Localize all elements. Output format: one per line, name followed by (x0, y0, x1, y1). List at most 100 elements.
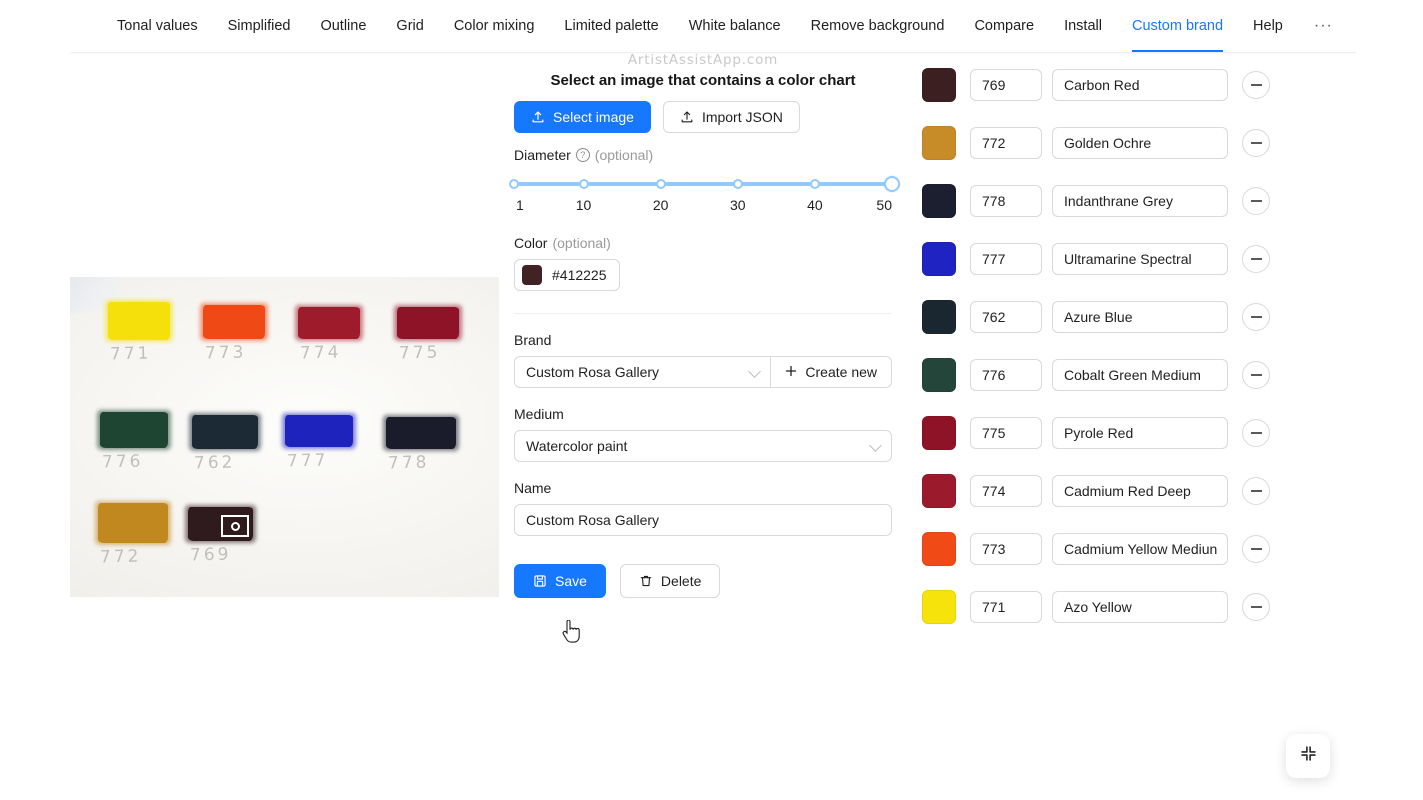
delete-button[interactable]: Delete (619, 564, 721, 598)
color-name-input[interactable]: Azo Yellow (1052, 591, 1228, 623)
color-name-input[interactable]: Carbon Red (1052, 69, 1228, 101)
diameter-slider[interactable]: 1 10 20 30 40 50 (509, 171, 900, 217)
color-row: 774 Cadmium Red Deep (922, 472, 1270, 510)
color-name-value: Pyrole Red (1064, 425, 1134, 441)
diameter-optional-text: (optional) (594, 147, 654, 163)
color-chart-photo[interactable]: 771 773 774 775 776 762 777 778 772 769 (70, 277, 499, 597)
color-swatch[interactable] (922, 68, 956, 102)
slider-mark-1[interactable]: 1 (516, 197, 524, 213)
slider-track[interactable] (518, 182, 888, 186)
brand-select[interactable]: Custom Rosa Gallery (514, 356, 772, 388)
color-name-input[interactable]: Golden Ochre (1052, 127, 1228, 159)
color-swatch[interactable] (922, 184, 956, 218)
nav-item-white-balance[interactable]: White balance (674, 0, 796, 52)
color-row: 776 Cobalt Green Medium (922, 356, 1270, 394)
form-heading: Select an image that contains a color ch… (550, 72, 856, 89)
minus-icon (1250, 316, 1262, 318)
color-swatch[interactable] (922, 532, 956, 566)
nav-item-help[interactable]: Help (1238, 0, 1298, 52)
color-swatch[interactable] (922, 126, 956, 160)
color-swatch[interactable] (922, 358, 956, 392)
nav-item-limited-palette[interactable]: Limited palette (549, 0, 673, 52)
color-swatch[interactable] (922, 590, 956, 624)
photo-swatch-number-778: 778 (387, 452, 430, 474)
remove-color-button[interactable] (1242, 535, 1270, 563)
color-code-input[interactable]: 773 (970, 533, 1042, 565)
color-swatch[interactable] (922, 474, 956, 508)
remove-color-button[interactable] (1242, 71, 1270, 99)
app-root: Tonal values Simplified Outline Grid Color m… (0, 0, 1423, 800)
nav-item-tonal-values[interactable]: Tonal values (102, 0, 213, 52)
color-name-value: Indanthrane Grey (1064, 193, 1173, 209)
remove-color-button[interactable] (1242, 419, 1270, 447)
color-name-input[interactable]: Pyrole Red (1052, 417, 1228, 449)
color-code-value: 773 (982, 541, 1006, 557)
slider-mark-30[interactable]: 30 (730, 197, 746, 213)
name-input[interactable]: Custom Rosa Gallery (514, 504, 892, 536)
color-code-input[interactable]: 776 (970, 359, 1042, 391)
color-row: 772 Golden Ochre (922, 124, 1270, 162)
select-image-button[interactable]: Select image (514, 101, 651, 133)
photo-swatch-number-771: 771 (109, 343, 152, 365)
medium-select[interactable]: Watercolor paint (514, 430, 892, 462)
remove-color-button[interactable] (1242, 477, 1270, 505)
remove-color-button[interactable] (1242, 361, 1270, 389)
remove-color-button[interactable] (1242, 129, 1270, 157)
remove-color-button[interactable] (1242, 187, 1270, 215)
slider-handle[interactable] (884, 176, 900, 192)
color-value-field[interactable]: #412225 (514, 259, 620, 291)
slider-dot-40 (809, 179, 820, 189)
color-name-input[interactable]: Cobalt Green Medium (1052, 359, 1228, 391)
color-code-input[interactable]: 762 (970, 301, 1042, 333)
color-name-input[interactable]: Azure Blue (1052, 301, 1228, 333)
color-name-input[interactable]: Indanthrane Grey (1052, 185, 1228, 217)
nav-item-install[interactable]: Install (1049, 0, 1117, 52)
nav-item-grid[interactable]: Grid (381, 0, 438, 52)
help-circle-icon[interactable]: ? (575, 148, 590, 162)
color-row: 771 Azo Yellow (922, 588, 1270, 626)
nav-item-custom-brand[interactable]: Custom brand (1117, 0, 1238, 52)
slider-mark-50[interactable]: 50 (876, 197, 892, 213)
color-code-input[interactable]: 775 (970, 417, 1042, 449)
color-name-input[interactable]: Ultramarine Spectral (1052, 243, 1228, 275)
nav-item-remove-background[interactable]: Remove background (796, 0, 960, 52)
import-json-button[interactable]: Import JSON (662, 101, 800, 133)
color-code-input[interactable]: 771 (970, 591, 1042, 623)
slider-dot-30 (732, 179, 743, 189)
color-code-input[interactable]: 778 (970, 185, 1042, 217)
remove-color-button[interactable] (1242, 303, 1270, 331)
name-field-group: Name Custom Rosa Gallery (514, 480, 892, 536)
minus-icon (1250, 432, 1262, 434)
color-name-input[interactable]: Cadmium Red Deep (1052, 475, 1228, 507)
save-button[interactable]: Save (514, 564, 606, 598)
remove-color-button[interactable] (1242, 593, 1270, 621)
nav-item-outline[interactable]: Outline (305, 0, 381, 52)
nav-item-simplified[interactable]: Simplified (213, 0, 306, 52)
medium-label: Medium (514, 406, 564, 422)
nav-item-color-mixing[interactable]: Color mixing (439, 0, 550, 52)
color-swatch[interactable] (922, 416, 956, 450)
color-swatch[interactable] (922, 300, 956, 334)
color-name-input[interactable]: Cadmium Yellow Mediun (1052, 533, 1228, 565)
color-code-input[interactable]: 777 (970, 243, 1042, 275)
slider-mark-10[interactable]: 10 (576, 197, 592, 213)
delete-label: Delete (660, 573, 702, 589)
color-code-input[interactable]: 772 (970, 127, 1042, 159)
brand-selected-value: Custom Rosa Gallery (526, 364, 660, 380)
photo-swatch-number-762: 762 (193, 452, 236, 474)
color-code-value: 778 (982, 193, 1006, 209)
trash-icon (639, 574, 653, 588)
color-code-input[interactable]: 769 (970, 69, 1042, 101)
slider-mark-20[interactable]: 20 (653, 197, 669, 213)
nav-item-compare[interactable]: Compare (959, 0, 1049, 52)
photo-background: 771 773 774 775 776 762 777 778 772 769 (70, 277, 499, 597)
form-divider (514, 313, 892, 314)
slider-mark-40[interactable]: 40 (807, 197, 823, 213)
color-swatch[interactable] (922, 242, 956, 276)
color-swatch (522, 265, 542, 285)
color-code-input[interactable]: 774 (970, 475, 1042, 507)
create-new-brand-button[interactable]: Create new (771, 356, 892, 388)
compress-button[interactable] (1286, 734, 1330, 778)
remove-color-button[interactable] (1242, 245, 1270, 273)
nav-overflow-menu-icon[interactable]: ··· (1298, 0, 1349, 52)
